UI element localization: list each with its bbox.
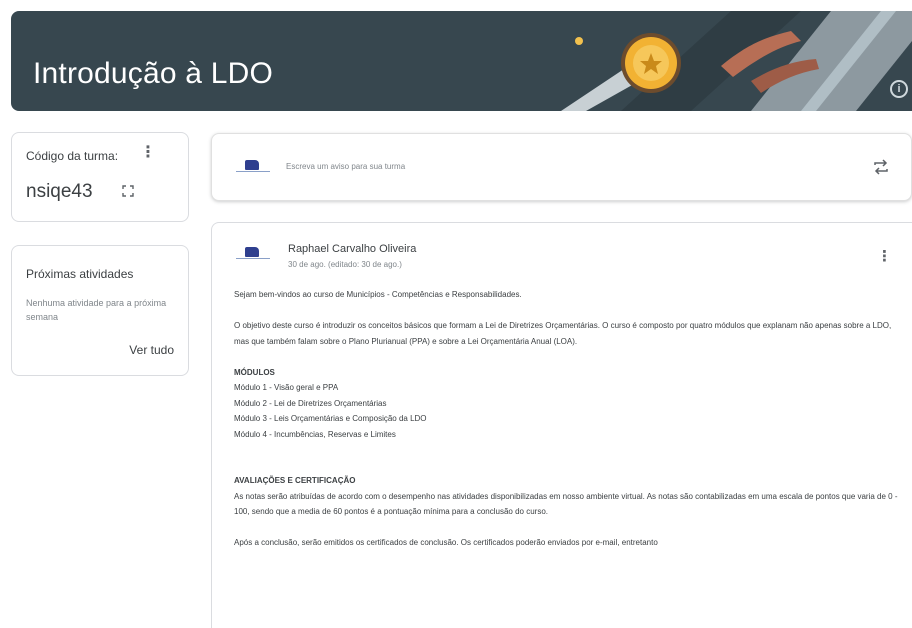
post-author: Raphael Carvalho Oliveira — [288, 243, 417, 255]
class-banner: Introdução à LDO i — [11, 11, 912, 111]
author-avatar — [236, 245, 270, 263]
modules-heading: MÓDULOS — [234, 367, 275, 377]
fullscreen-icon[interactable] — [122, 185, 134, 197]
post-paragraph: Após a conclusão, serão emitidos os cert… — [234, 538, 658, 547]
more-options-icon[interactable]: ⋮ — [140, 145, 156, 161]
post-paragraph: As notas serão atribuídas de acordo com … — [234, 491, 898, 517]
class-info-icon[interactable]: i — [890, 80, 908, 98]
upcoming-title: Próximas atividades — [26, 267, 134, 281]
class-title: Introdução à LDO — [33, 57, 274, 90]
announce-box[interactable]: Escreva um aviso para sua turma — [211, 133, 912, 201]
module-item: Módulo 4 - Incumbências, Reservas e Limi… — [234, 429, 396, 439]
view-all-link[interactable]: Ver tudo — [129, 343, 174, 357]
evaluation-heading: AVALIAÇÕES E CERTIFICAÇÃO — [234, 476, 356, 485]
post-more-options-icon[interactable]: ⋮ — [877, 247, 892, 265]
module-item: Módulo 1 - Visão geral e PPA — [234, 383, 339, 392]
banner-illustration — [561, 11, 912, 111]
repost-icon[interactable] — [873, 158, 889, 176]
announce-input[interactable]: Escreva um aviso para sua turma — [286, 162, 405, 171]
upcoming-empty-text: Nenhuma atividade para a próxima semana — [26, 298, 167, 322]
announcement-post: Raphael Carvalho Oliveira 30 de ago. (ed… — [211, 222, 912, 628]
post-body: Sejam bem-vindos ao curso de Municípios … — [234, 287, 902, 551]
class-code-value: nsiqe43 — [26, 181, 93, 202]
post-date: 30 de ago. (editado: 30 de ago.) — [288, 260, 402, 269]
post-paragraph: Sejam bem-vindos ao curso de Municípios … — [234, 290, 522, 299]
post-paragraph: O objetivo deste curso é introduzir os c… — [234, 321, 892, 346]
module-item: Módulo 3 - Leis Orçamentárias e Composiç… — [234, 414, 427, 423]
upcoming-activities-card: Próximas atividades Nenhuma atividade pa… — [11, 245, 189, 376]
class-code-card: Código da turma: ⋮ nsiqe43 — [11, 132, 189, 222]
module-item: Módulo 2 - Lei de Diretrizes Orçamentári… — [234, 398, 387, 408]
user-avatar — [236, 158, 270, 176]
class-code-label: Código da turma: — [26, 149, 119, 163]
